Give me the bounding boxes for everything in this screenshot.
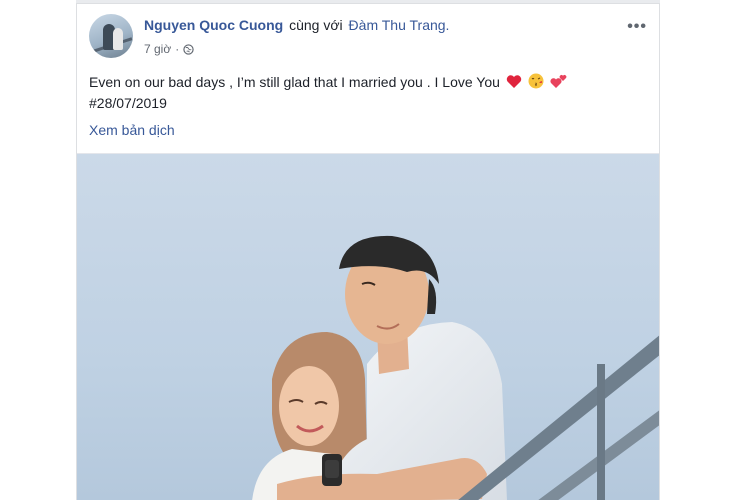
- post-message: Even on our bad days , I’m still glad th…: [89, 72, 649, 114]
- with-label: cùng với: [289, 17, 343, 33]
- right-gutter: [660, 0, 750, 500]
- post-hashtag[interactable]: #28/07/2019: [89, 93, 649, 114]
- two-hearts-emoji: [550, 75, 566, 88]
- globe-icon[interactable]: [183, 43, 194, 55]
- tagged-friend-link[interactable]: Đàm Thu Trang.: [349, 17, 450, 33]
- post-header: Nguyen Quoc Cuong cùng với Đàm Thu Trang…: [77, 4, 659, 64]
- more-options-icon[interactable]: •••: [627, 18, 647, 36]
- photo-drawing: [77, 154, 659, 500]
- see-translation-link[interactable]: Xem bản dịch: [89, 122, 175, 138]
- post-message-line-1: Even on our bad days , I’m still glad th…: [89, 72, 649, 93]
- couple-on-railing-photo[interactable]: [77, 154, 659, 500]
- feed-post: Nguyen Quoc Cuong cùng với Đàm Thu Trang…: [76, 3, 660, 500]
- post-timestamp[interactable]: 7 giờ: [144, 42, 171, 56]
- kissing-face-emoji: [528, 73, 544, 89]
- author-avatar[interactable]: [89, 14, 133, 58]
- post-title-line: Nguyen Quoc Cuong cùng với Đàm Thu Trang…: [144, 17, 449, 33]
- left-gutter: [0, 0, 76, 500]
- post-meta: 7 giờ ·: [144, 42, 194, 56]
- middle-dot: ·: [175, 42, 180, 56]
- red-heart-emoji: [506, 75, 521, 88]
- author-name-link[interactable]: Nguyen Quoc Cuong: [144, 17, 283, 33]
- post-message-text: Even on our bad days , I’m still glad th…: [89, 74, 500, 90]
